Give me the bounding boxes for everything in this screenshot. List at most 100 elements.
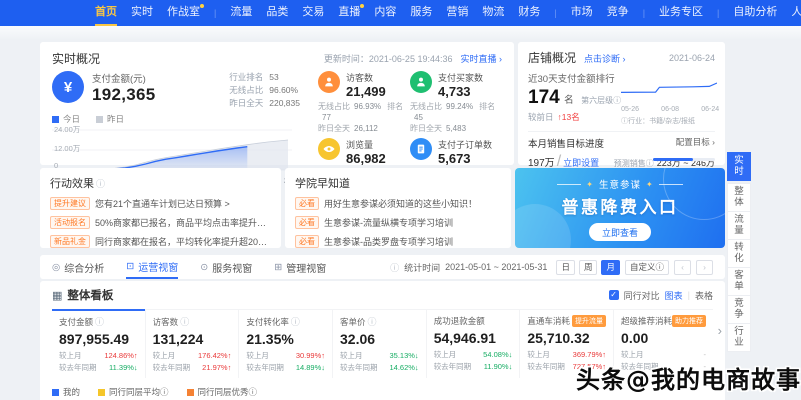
shop-title: 店铺概况 — [528, 51, 576, 65]
feed-tag: 活动报名 — [50, 216, 90, 229]
custom-range-button[interactable]: 自定义ⓘ — [625, 260, 669, 275]
yuan-icon: ¥ — [52, 71, 84, 103]
wheat-icon: ✦ — [586, 180, 594, 189]
tab-运营视窗[interactable]: ⊡运营视窗 — [126, 255, 178, 279]
side-tab-行业[interactable]: 行业 — [727, 323, 751, 352]
info-icon: ⓘ — [96, 179, 105, 189]
rank-vs-prev: 较前日↑13名 — [528, 111, 621, 123]
top-navbar: 首页实时作战室|流量品类交易直播内容服务营销物流财务|市场竞争|业务专区|自助分… — [0, 0, 801, 26]
board-legend-同行同层平均ⓘ: 同行同层平均ⓘ — [98, 386, 169, 398]
wheat-icon: ✦ — [646, 180, 654, 189]
banner-brand-row: ✦生意参谋✦ — [515, 177, 725, 191]
kpi-value: 21.35% — [246, 331, 325, 347]
tab-综合分析[interactable]: ◎综合分析 — [52, 255, 104, 279]
period-button-月[interactable]: 月 — [601, 260, 620, 275]
nav-item-交易[interactable]: 交易 — [302, 0, 324, 26]
action-item[interactable]: 提升建议您有21个直通车计划已达日预算 > — [50, 197, 271, 210]
nav-item-营销[interactable]: 营销 — [446, 0, 468, 26]
goal-set-link[interactable]: 立即设置 — [563, 158, 599, 168]
payment-side-stats: 行业排名53无线占比96.60%昨日全天220,835 — [229, 71, 304, 110]
metric-支付买家数: 支付买家数4,733无线占比99.24%排名45昨日全天5,483 — [410, 71, 502, 138]
nav-item-自助分析[interactable]: 自助分析 — [733, 0, 777, 26]
nav-item-流量[interactable]: 流量 — [230, 0, 252, 26]
peer-compare-checkbox[interactable]: ✓ — [609, 290, 619, 300]
shop-diagnose-link[interactable]: 点击诊断 › — [584, 54, 626, 64]
kpi-value: 897,955.49 — [59, 331, 138, 347]
rank-level: 第六层级ⓘ — [581, 96, 621, 105]
nav-item-市场[interactable]: 市场 — [571, 0, 593, 26]
academy-item[interactable]: 必看生意参谋-品类罗盘专项学习培训 — [295, 235, 501, 248]
metric-访客数: 访客数21,499无线占比96.93%排名77昨日全天26,112 — [318, 71, 410, 138]
promo-banner[interactable]: ✦生意参谋✦ 普惠降费入口 立即查看 — [515, 168, 725, 248]
board-title: ▦整体看板 — [52, 287, 113, 303]
x-tick: 06-24 — [701, 106, 719, 113]
realtime-live-link[interactable]: 实时直播 › — [460, 54, 502, 64]
stat-time-label: 统计时间 — [404, 261, 440, 274]
nav-separator: | — [554, 8, 556, 18]
industry-note: ⓘ行业：书籍/杂志/报纸 — [621, 116, 719, 126]
stat-row: 行业排名53 — [229, 71, 300, 84]
prev-period-button[interactable]: ‹ — [674, 260, 691, 275]
action-item[interactable]: 活动报名50%商家都已报名，商品平均点击率提升30%，快速... > — [50, 216, 271, 229]
academy-card: 学院早知道 必看用好生意参谋必须知道的这些小知识！必看生意参谋-流量纵横专项学习… — [285, 168, 511, 248]
board-grid-icon: ▦ — [52, 289, 62, 302]
academy-item[interactable]: 必看用好生意参谋必须知道的这些小知识！ — [295, 197, 501, 210]
y-tick: 12.00万 — [54, 143, 80, 154]
action-item[interactable]: 新品礼金同行商家都在报名，平均转化率提升超20%，快速打... > — [50, 235, 271, 248]
nav-separator: | — [717, 8, 719, 18]
service-icon: ⊙ — [200, 262, 208, 273]
side-tab-实时[interactable]: 实时 — [727, 152, 751, 181]
kpi-card-访客数[interactable]: 访客数ⓘ131,224较上月176.42%↑较去年同期21.97%↑ — [145, 310, 239, 378]
nav-shadow-strip — [0, 26, 801, 40]
kpi-card-成功退款金额[interactable]: 成功退款金额54,946.91较上月54.08%↓较去年同期11.90%↓ — [426, 310, 520, 378]
new-badge-dot — [360, 4, 364, 8]
kpi-scroll-right-arrow[interactable]: › — [718, 323, 722, 338]
side-tab-客单[interactable]: 客单 — [727, 267, 751, 296]
side-tab-流量[interactable]: 流量 — [727, 211, 751, 240]
nav-item-品类[interactable]: 品类 — [266, 0, 288, 26]
realtime-overview-card: 实时概况 更新时间：2021-06-25 19:44:36实时直播 › ¥ 支付… — [40, 42, 514, 165]
kpi-value: 32.06 — [340, 331, 419, 347]
banner-view-button[interactable]: 立即查看 — [589, 223, 651, 241]
kpi-value: 0.00 — [621, 330, 706, 346]
side-tab-竞争[interactable]: 竞争 — [727, 295, 751, 324]
side-tab-转化[interactable]: 转化 — [727, 239, 751, 268]
next-period-button[interactable]: › — [696, 260, 713, 275]
kpi-card-支付转化率[interactable]: 支付转化率ⓘ21.35%较上月30.99%↑较去年同期14.89%↓ — [238, 310, 332, 378]
nav-item-首页[interactable]: 首页 — [95, 0, 117, 26]
side-tab-整体[interactable]: 整体 — [727, 183, 751, 212]
order-icon — [410, 138, 432, 160]
nav-item-直播[interactable]: 直播 — [338, 0, 360, 26]
view-icon — [318, 138, 340, 160]
nav-item-服务[interactable]: 服务 — [410, 0, 432, 26]
watermark: 头条@我的电商故事 — [576, 360, 801, 395]
nav-item-业务专区[interactable]: 业务专区 — [659, 0, 703, 26]
view-table-toggle[interactable]: 表格 — [695, 289, 713, 302]
info-icon: ⓘ — [95, 315, 104, 328]
feed-tag: 提升建议 — [50, 197, 90, 210]
academy-item[interactable]: 必看生意参谋-流量纵横专项学习培训 — [295, 216, 501, 229]
nav-item-人群[interactable]: 人群 — [791, 0, 801, 26]
info-icon: ⓘ — [390, 261, 399, 274]
period-button-周[interactable]: 周 — [579, 260, 598, 275]
feed-tag: 必看 — [295, 235, 319, 248]
board-legend-同行同层优秀ⓘ: 同行同层优秀ⓘ — [187, 386, 258, 398]
nav-item-作战室[interactable]: 作战室 — [167, 0, 200, 26]
nav-item-实时[interactable]: 实时 — [131, 0, 153, 26]
kpi-card-支付金额[interactable]: 支付金额ⓘ897,955.49较上月124.86%↑较去年同期11.39%↓ — [52, 310, 145, 378]
tab-服务视窗[interactable]: ⊙服务视窗 — [200, 255, 252, 279]
date-range[interactable]: 2021-05-01 ~ 2021-05-31 — [445, 262, 547, 272]
nav-item-物流[interactable]: 物流 — [482, 0, 504, 26]
nav-item-内容[interactable]: 内容 — [374, 0, 396, 26]
tab-管理视窗[interactable]: ⊞管理视窗 — [274, 255, 326, 279]
kpi-card-客单价[interactable]: 客单价ⓘ32.06较上月35.13%↓较去年同期14.62%↓ — [332, 310, 426, 378]
nav-item-财务[interactable]: 财务 — [518, 0, 540, 26]
peer-compare-label: 同行对比 — [624, 289, 660, 302]
shop-overview-card: 店铺概况点击诊断 › 2021-06-24 近30天支付金额排行 174 名 第… — [518, 42, 725, 165]
goal-title: 本月销售目标进度 — [528, 136, 604, 150]
nav-item-竞争[interactable]: 竞争 — [607, 0, 629, 26]
goal-config-link[interactable]: 配置目标 › — [676, 136, 715, 150]
view-chart-toggle[interactable]: 图表 — [665, 289, 683, 302]
period-button-日[interactable]: 日 — [556, 260, 575, 275]
visitor-icon — [318, 71, 340, 93]
